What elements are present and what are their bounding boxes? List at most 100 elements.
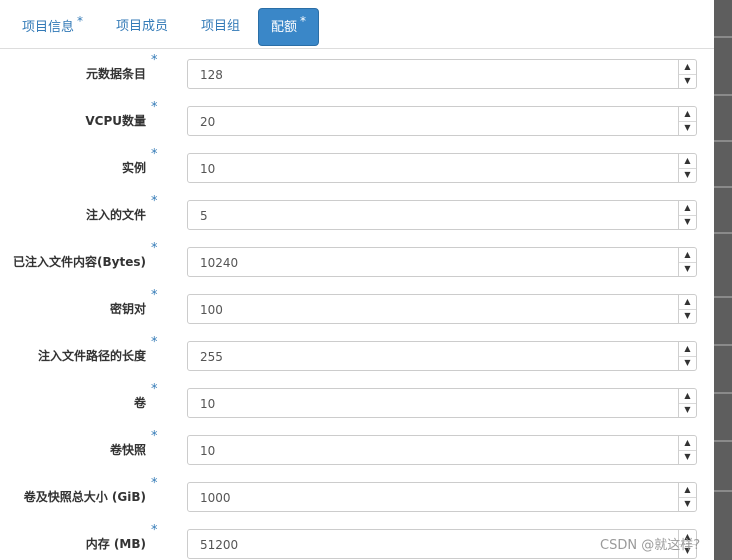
- field-value: 1000: [200, 491, 231, 505]
- increment-icon[interactable]: ▲: [679, 60, 696, 75]
- total-size-field[interactable]: 1000 ▲ ▼: [187, 482, 697, 512]
- number-stepper: ▲ ▼: [678, 295, 696, 323]
- decrement-icon[interactable]: ▼: [679, 168, 696, 182]
- tab-label: 配额: [271, 20, 298, 35]
- injected-files-field[interactable]: 5 ▲ ▼: [187, 200, 697, 230]
- quota-dialog: 项目信息 * 项目成员 项目组 配额 * 元数据条目 * 128 ▲ ▼ VCPU数…: [0, 0, 714, 560]
- increment-icon[interactable]: ▲: [679, 107, 696, 122]
- field-value: 10: [200, 444, 216, 458]
- number-stepper: ▲ ▼: [678, 60, 696, 88]
- tab-project-info[interactable]: 项目信息 *: [22, 8, 83, 46]
- field-value: 20: [200, 115, 216, 129]
- tab-label: 项目组: [201, 19, 241, 34]
- form-row-vcpus: VCPU数量 * 20 ▲ ▼: [0, 100, 714, 138]
- decrement-icon[interactable]: ▼: [679, 403, 696, 417]
- vcpus-field[interactable]: 20 ▲ ▼: [187, 106, 697, 136]
- form-row-instances: 实例 * 10 ▲ ▼: [0, 147, 714, 185]
- backdrop-divider: [714, 490, 732, 492]
- field-label: 卷快照: [109, 443, 146, 457]
- required-marker: *: [77, 14, 84, 28]
- required-marker: *: [151, 288, 158, 303]
- field-label: 已注入文件内容(Bytes): [13, 255, 146, 269]
- field-label: 注入的文件: [85, 208, 146, 222]
- field-value: 10: [200, 162, 216, 176]
- required-marker: *: [151, 100, 158, 115]
- required-marker: *: [151, 429, 158, 444]
- decrement-icon[interactable]: ▼: [679, 262, 696, 276]
- backdrop-divider: [714, 232, 732, 234]
- increment-icon[interactable]: ▲: [679, 248, 696, 263]
- number-stepper: ▲ ▼: [678, 201, 696, 229]
- increment-icon[interactable]: ▲: [679, 436, 696, 451]
- field-label: 卷及快照总大小 (GiB): [23, 490, 146, 504]
- metadata-items-field[interactable]: 128 ▲ ▼: [187, 59, 697, 89]
- required-marker: *: [151, 241, 158, 256]
- tab-label: 项目信息: [22, 20, 75, 35]
- volume-snapshots-field[interactable]: 10 ▲ ▼: [187, 435, 697, 465]
- field-value: 10240: [200, 256, 239, 270]
- backdrop-strip: [714, 0, 732, 560]
- field-label: 卷: [133, 396, 146, 410]
- field-label: 元数据条目: [85, 67, 146, 81]
- increment-icon[interactable]: ▲: [679, 201, 696, 216]
- form-row-volumes: 卷 * 10 ▲ ▼: [0, 382, 714, 420]
- key-pairs-field[interactable]: 100 ▲ ▼: [187, 294, 697, 324]
- required-marker: *: [151, 476, 158, 491]
- decrement-icon[interactable]: ▼: [679, 356, 696, 370]
- decrement-icon[interactable]: ▼: [679, 74, 696, 88]
- watermark: CSDN @就这样?: [600, 538, 701, 553]
- backdrop-divider: [714, 344, 732, 346]
- field-value: 10: [200, 397, 216, 411]
- backdrop-divider: [714, 140, 732, 142]
- form-row-total-size: 卷及快照总大小 (GiB) * 1000 ▲ ▼: [0, 476, 714, 514]
- decrement-icon[interactable]: ▼: [679, 309, 696, 323]
- required-marker: *: [151, 382, 158, 397]
- backdrop-divider: [714, 36, 732, 38]
- required-marker: *: [151, 335, 158, 350]
- number-stepper: ▲ ▼: [678, 107, 696, 135]
- tab-bar: 项目信息 * 项目成员 项目组 配额 *: [0, 8, 714, 49]
- field-value: 128: [200, 68, 223, 82]
- decrement-icon[interactable]: ▼: [679, 450, 696, 464]
- number-stepper: ▲ ▼: [678, 436, 696, 464]
- increment-icon[interactable]: ▲: [679, 295, 696, 310]
- decrement-icon[interactable]: ▼: [679, 215, 696, 229]
- backdrop-divider: [714, 392, 732, 394]
- number-stepper: ▲ ▼: [678, 389, 696, 417]
- required-marker: *: [151, 523, 158, 538]
- number-stepper: ▲ ▼: [678, 483, 696, 511]
- instances-field[interactable]: 10 ▲ ▼: [187, 153, 697, 183]
- decrement-icon[interactable]: ▼: [679, 121, 696, 135]
- tab-project-groups[interactable]: 项目组: [201, 8, 240, 46]
- form-row-metadata-items: 元数据条目 * 128 ▲ ▼: [0, 53, 714, 91]
- volumes-field[interactable]: 10 ▲ ▼: [187, 388, 697, 418]
- backdrop-divider: [714, 296, 732, 298]
- backdrop-divider: [714, 440, 732, 442]
- injected-file-path-length-field[interactable]: 255 ▲ ▼: [187, 341, 697, 371]
- field-label: 实例: [121, 161, 146, 175]
- form-row-volume-snapshots: 卷快照 * 10 ▲ ▼: [0, 429, 714, 467]
- increment-icon[interactable]: ▲: [679, 389, 696, 404]
- required-marker: *: [300, 14, 307, 28]
- required-marker: *: [151, 53, 158, 68]
- field-value: 255: [200, 350, 223, 364]
- number-stepper: ▲ ▼: [678, 342, 696, 370]
- number-stepper: ▲ ▼: [678, 154, 696, 182]
- injected-file-content-field[interactable]: 10240 ▲ ▼: [187, 247, 697, 277]
- decrement-icon[interactable]: ▼: [679, 497, 696, 511]
- field-label: 内存 (MB): [85, 537, 146, 551]
- field-label: 密钥对: [109, 302, 146, 316]
- form-row-injected-file-content: 已注入文件内容(Bytes) * 10240 ▲ ▼: [0, 241, 714, 279]
- tab-project-members[interactable]: 项目成员: [116, 8, 168, 46]
- field-label: 注入文件路径的长度: [37, 349, 146, 363]
- backdrop-divider: [714, 94, 732, 96]
- required-marker: *: [151, 194, 158, 209]
- form-row-injected-files: 注入的文件 * 5 ▲ ▼: [0, 194, 714, 232]
- increment-icon[interactable]: ▲: [679, 342, 696, 357]
- increment-icon[interactable]: ▲: [679, 154, 696, 169]
- increment-icon[interactable]: ▲: [679, 483, 696, 498]
- tab-quota[interactable]: 配额 *: [258, 8, 320, 46]
- field-value: 100: [200, 303, 223, 317]
- backdrop-divider: [714, 186, 732, 188]
- form-row-key-pairs: 密钥对 * 100 ▲ ▼: [0, 288, 714, 326]
